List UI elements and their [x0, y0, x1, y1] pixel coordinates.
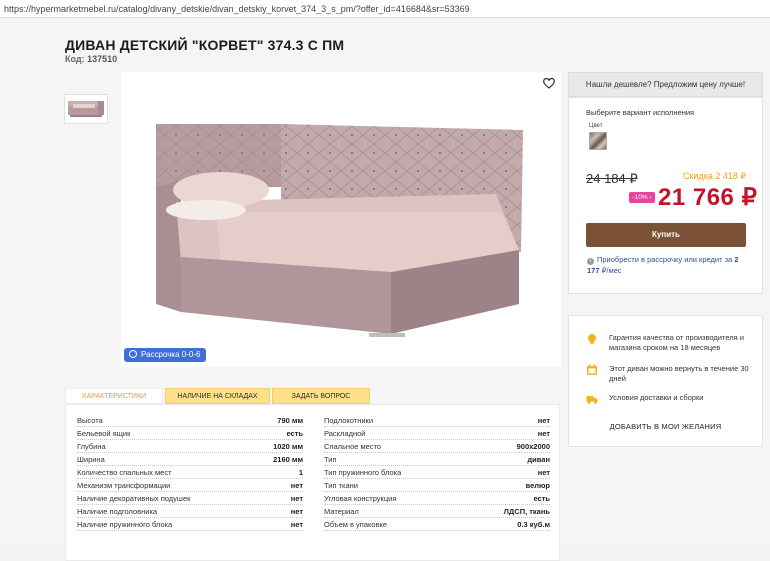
spec-value: диван	[527, 455, 550, 464]
spec-value: ЛДСП, ткань	[503, 507, 550, 516]
spec-name: Наличие подголовника	[77, 507, 158, 516]
spec-value: нет	[537, 416, 550, 425]
spec-name: Материал	[324, 507, 359, 516]
spec-row: Ширина 2160 мм	[77, 453, 303, 466]
spec-name: Наличие пружинного блока	[77, 520, 173, 529]
spec-row: Высота 790 мм	[77, 414, 303, 427]
spec-row: Количество спальных мест 1	[77, 466, 303, 479]
variant-label: Выберите вариант исполнения	[586, 108, 695, 117]
spec-value: велюр	[525, 481, 550, 490]
spec-value: 1020 мм	[273, 442, 303, 451]
spec-row: Подлокотники нет	[324, 414, 550, 427]
spec-name: Бельевой ящик	[77, 429, 131, 438]
spec-value: нет	[537, 429, 550, 438]
quality-badge-icon	[588, 334, 596, 345]
info-icon: i	[587, 258, 594, 265]
credit-link[interactable]: i Приобрести в рассрочку или кредит за 2 …	[587, 254, 752, 276]
gallery-thumbnail[interactable]	[64, 94, 108, 124]
specs-table: Высота 790 мм Бельевой ящик есть Глубина 1020…	[65, 404, 560, 561]
spec-row: Глубина 1020 мм	[77, 440, 303, 453]
spec-name: Тип ткани	[324, 481, 358, 490]
tab-ask-question[interactable]: ЗАДАТЬ ВОПРОС	[272, 388, 370, 404]
spec-row: Объем в упаковке 0.3 куб.м	[324, 518, 550, 531]
spec-name: Количество спальных мест	[77, 468, 172, 477]
credit-prefix: Приобрести в рассрочку или кредит за	[597, 255, 733, 264]
product-code: Код: 137510	[65, 54, 117, 64]
spec-row: Материал ЛДСП, ткань	[324, 505, 550, 518]
spec-value: нет	[537, 468, 550, 477]
spec-row: Тип диван	[324, 453, 550, 466]
spec-value: 790 мм	[277, 416, 303, 425]
spec-value: нет	[290, 481, 303, 490]
spec-value: 900х2000	[516, 442, 550, 451]
add-to-wishlist-button[interactable]: ДОБАВИТЬ В МОИ ЖЕЛАНИЯ	[569, 422, 762, 431]
discount-percent-badge[interactable]: -10% ›	[629, 192, 655, 203]
spec-name: Наличие декоративных подушек	[77, 494, 191, 503]
spec-name: Механизм трансформации	[77, 481, 171, 490]
info-text: Условия доставки и сборки	[609, 393, 704, 402]
spec-row: Тип ткани велюр	[324, 479, 550, 492]
found-cheaper-button[interactable]: Нашли дешевле? Предложим цену лучше!	[568, 72, 763, 97]
spec-value: нет	[290, 494, 303, 503]
spec-value: 0.3 куб.м	[517, 520, 550, 529]
tab-characteristics[interactable]: ХАРАКТЕРИСТИКИ	[65, 388, 163, 404]
spec-value: нет	[290, 507, 303, 516]
spec-value: есть	[286, 429, 303, 438]
specs-column-right: Подлокотники нет Раскладной нет Спальное мес…	[324, 414, 550, 531]
spec-value: 2160 мм	[273, 455, 303, 464]
spec-row: Бельевой ящик есть	[77, 427, 303, 440]
spec-name: Тип пружинного блока	[324, 468, 402, 477]
spec-row: Спальное место 900х2000	[324, 440, 550, 453]
spec-name: Глубина	[77, 442, 106, 451]
spec-name: Спальное место	[324, 442, 382, 451]
spec-row: Наличие пружинного блока нет	[77, 518, 303, 531]
buy-box: Выберите вариант исполнения Цвет 24 184 …	[568, 97, 763, 294]
credit-suffix: ₽/мес	[601, 266, 622, 275]
delivery-truck-icon	[586, 396, 598, 404]
spec-name: Подлокотники	[324, 416, 374, 425]
spec-row: Механизм трансформации нет	[77, 479, 303, 492]
product-page: ДИВАН ДЕТСКИЙ "КОРВЕТ" 374.3 С ПМ Код: 1…	[0, 18, 770, 561]
heart-icon[interactable]	[542, 76, 556, 90]
installment-badge-label: Рассрочка 0-0-6	[141, 350, 201, 359]
clock-icon	[129, 350, 137, 358]
spec-row: Наличие подголовника нет	[77, 505, 303, 518]
info-text: Гарантия качества от производителя и маг…	[609, 333, 744, 352]
address-bar[interactable]: https://hypermarketmebel.ru/catalog/diva…	[0, 0, 770, 18]
info-box: Гарантия качества от производителя и маг…	[568, 315, 763, 447]
page-title: ДИВАН ДЕТСКИЙ "КОРВЕТ" 374.3 С ПМ	[65, 37, 345, 53]
spec-row: Тип пружинного блока нет	[324, 466, 550, 479]
spec-name: Высота	[77, 416, 103, 425]
spec-value: есть	[533, 494, 550, 503]
installment-badge[interactable]: Рассрочка 0-0-6	[124, 348, 207, 362]
return-calendar-icon	[587, 364, 597, 375]
old-price: 24 184 ₽	[586, 171, 638, 186]
tab-stock[interactable]: НАЛИЧИЕ НА СКЛАДАХ	[165, 388, 270, 404]
spec-value: 1	[298, 468, 303, 477]
url-text: https://hypermarketmebel.ru/catalog/diva…	[4, 4, 470, 14]
product-code-value: 137510	[87, 54, 118, 64]
current-price: 21 766 ₽	[658, 184, 758, 211]
product-code-label: Код:	[65, 54, 85, 64]
buy-button[interactable]: Купить	[586, 223, 746, 247]
spec-name: Раскладной	[324, 429, 366, 438]
discount-amount: Скидка 2 418 ₽	[683, 171, 747, 181]
spec-name: Ширина	[77, 455, 105, 464]
spec-value: нет	[290, 520, 303, 529]
spec-row: Угловая конструкция есть	[324, 492, 550, 505]
spec-row: Наличие декоративных подушек нет	[77, 492, 303, 505]
specs-column-left: Высота 790 мм Бельевой ящик есть Глубина 1020…	[77, 414, 303, 531]
color-label: Цвет	[589, 123, 603, 129]
info-text: Этот диван можно вернуть в течение 30 дн…	[609, 364, 749, 383]
spec-row: Раскладной нет	[324, 427, 550, 440]
spec-name: Объем в упаковке	[324, 520, 388, 529]
product-image[interactable]	[121, 72, 561, 367]
color-swatch[interactable]	[589, 132, 607, 150]
spec-name: Тип	[324, 455, 337, 464]
spec-name: Угловая конструкция	[324, 494, 397, 503]
